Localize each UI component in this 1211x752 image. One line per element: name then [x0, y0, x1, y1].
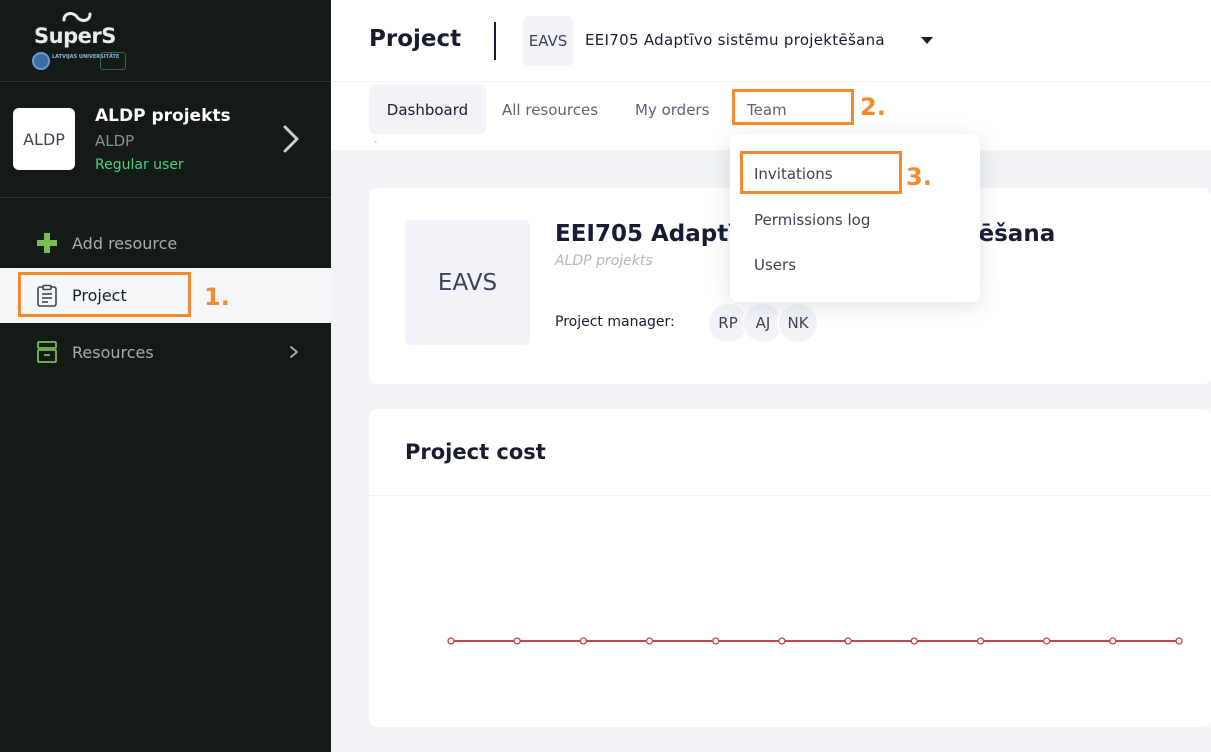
- cost-data-point[interactable]: [1175, 637, 1183, 645]
- university-seal-icon: [32, 52, 50, 70]
- partner-logo-icon: [100, 52, 126, 70]
- project-cost-card: Project cost: [369, 409, 1211, 727]
- project-code: ALDP: [95, 132, 135, 150]
- cost-data-point[interactable]: [844, 637, 852, 645]
- cost-data-point[interactable]: [447, 637, 455, 645]
- project-switcher[interactable]: ALDP ALDP projekts ALDP Regular user: [0, 82, 331, 198]
- cost-data-point[interactable]: [712, 637, 720, 645]
- annotation-box-step1: [18, 272, 191, 317]
- sidebar-item-resources[interactable]: Resources: [0, 326, 331, 378]
- header-separator: [494, 22, 496, 60]
- project-code-badge[interactable]: EAVS: [523, 16, 573, 66]
- project-selector[interactable]: EEI705 Adaptīvo sistēmu projektēšana: [585, 31, 885, 49]
- sidebar-item-label: Add resource: [72, 233, 178, 253]
- tab-my-orders[interactable]: My orders: [619, 85, 725, 134]
- sidebar-divider: [0, 197, 331, 198]
- cost-chart: [447, 637, 1183, 645]
- annotation-label-step3: 3.: [906, 163, 932, 191]
- cost-data-point[interactable]: [976, 637, 985, 645]
- annotation-box-step3: [740, 151, 902, 194]
- tab-all-resources[interactable]: All resources: [486, 85, 614, 134]
- cost-title: Project cost: [405, 440, 546, 464]
- sidebar-item-add-resource[interactable]: Add resource: [0, 217, 331, 269]
- project-manager-label: Project manager:: [555, 314, 675, 330]
- cost-data-point[interactable]: [1042, 637, 1051, 645]
- cost-data-point[interactable]: [910, 637, 918, 645]
- chevron-right-icon: [290, 346, 299, 358]
- sidebar: SuperS LATVIJAS UNIVERSITĀTE ALDP ALDP p…: [0, 0, 331, 752]
- plus-icon: [37, 233, 57, 253]
- menu-item-permissions-log[interactable]: Permissions log: [754, 211, 870, 229]
- caret-down-icon[interactable]: [921, 37, 933, 45]
- menu-item-users[interactable]: Users: [754, 256, 796, 274]
- brand-name: SuperS: [34, 24, 116, 48]
- page-title: Project: [369, 26, 462, 52]
- project-avatar: ALDP: [13, 108, 75, 170]
- cost-data-point[interactable]: [513, 637, 521, 645]
- sidebar-item-label: Resources: [72, 342, 154, 362]
- cost-data-point[interactable]: [778, 637, 786, 645]
- cost-data-point[interactable]: [579, 637, 588, 645]
- project-avatar-large: EAVS: [405, 220, 530, 345]
- project-name: ALDP projekts: [95, 106, 231, 126]
- scroll-left-icon[interactable]: ‹: [374, 137, 377, 146]
- annotation-box-step2: [732, 89, 854, 125]
- supers-logo[interactable]: SuperS LATVIJAS UNIVERSITĀTE: [30, 8, 130, 74]
- cost-data-point[interactable]: [1109, 637, 1117, 645]
- annotation-label-step1: 1.: [204, 283, 230, 311]
- cost-data-point[interactable]: [645, 637, 654, 645]
- top-header: Project EAVS EEI705 Adaptīvo sistēmu pro…: [331, 0, 1211, 82]
- project-parent: ALDP projekts: [555, 253, 653, 269]
- avatar[interactable]: NK: [777, 302, 819, 344]
- user-role: Regular user: [95, 157, 184, 173]
- archive-box-icon: [37, 341, 57, 363]
- annotation-label-step2: 2.: [860, 93, 886, 121]
- logo-swirl-icon: [62, 12, 92, 22]
- chevron-right-icon[interactable]: [280, 124, 302, 154]
- tab-dashboard[interactable]: Dashboard: [369, 85, 486, 134]
